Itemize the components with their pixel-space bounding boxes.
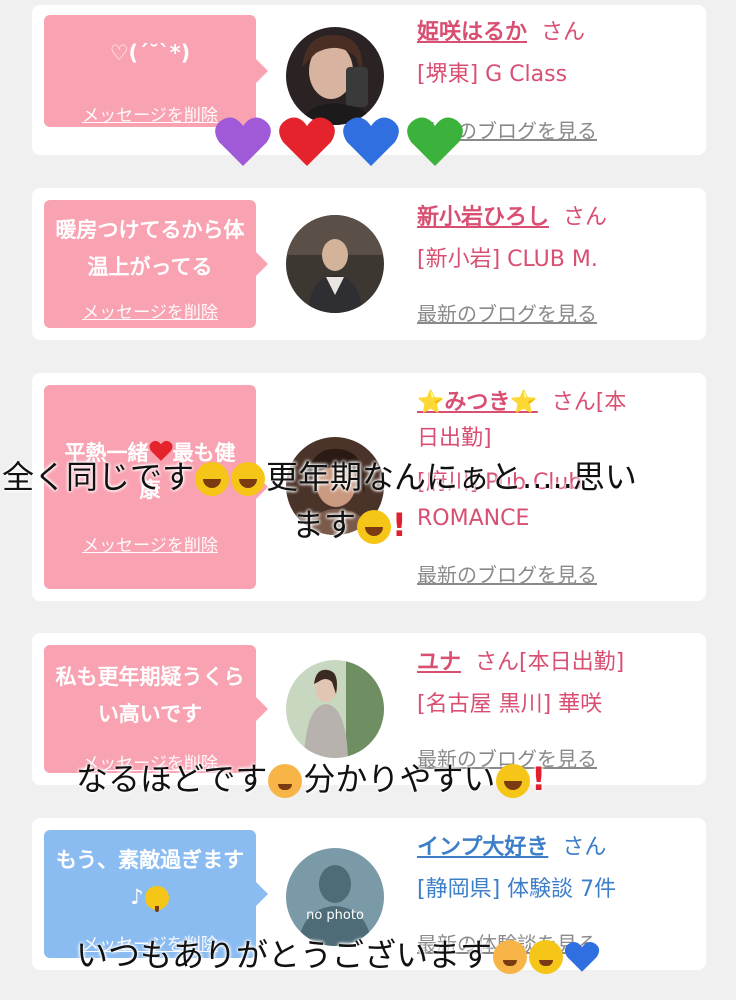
delete-message-link[interactable]: メッセージを削除: [44, 531, 256, 556]
message-card: 暖房つけてるから体温上がってる メッセージを削除 新小岩ひろし さん [新小岩] …: [32, 188, 706, 340]
avatar[interactable]: [286, 27, 384, 125]
girl-name-link[interactable]: 姫咲はるか: [417, 20, 527, 45]
honorific: さん: [562, 835, 607, 860]
message-text: 私も更年期疑うくらい高いです: [55, 665, 245, 726]
honorific: さん: [563, 205, 608, 230]
message-text: もう、素敵過ぎます♪: [55, 848, 245, 912]
girl-name-link[interactable]: 新小岩ひろし: [417, 205, 549, 230]
message-text: 暖房つけてるから体温上がってる: [55, 218, 245, 279]
smiling-face-with-hearts-icon: [268, 764, 303, 798]
avatar[interactable]: [286, 660, 384, 758]
message-bubble: 暖房つけてるから体温上がってる メッセージを削除: [44, 200, 268, 328]
green-heart-icon: [404, 112, 466, 172]
blue-heart-icon: [340, 112, 402, 172]
blue-heart-icon: [564, 941, 600, 972]
shop-info-line2: ROMANCE: [417, 506, 530, 531]
girl-name-line: 新小岩ひろし さん: [417, 202, 607, 234]
no-photo-label: no photo: [306, 908, 364, 923]
overlay-caption: 全く同じです 更年期なんにぁと.....思い: [2, 458, 637, 496]
overlay-caption: ます!: [292, 506, 407, 544]
honorific: さん: [541, 20, 586, 45]
laughing-emoji-icon: [231, 462, 266, 496]
overlay-caption: いつもありがとうございます: [76, 930, 600, 976]
girl-name-link[interactable]: ⭐みつき⭐: [417, 390, 538, 415]
latest-blog-link[interactable]: 最新のブログを見る: [417, 298, 597, 327]
message-bubble: ♡(´˘`*) メッセージを削除: [44, 15, 268, 127]
smiling-face-with-hearts-icon: [493, 940, 528, 974]
exclamation-icon: !: [531, 760, 546, 798]
heart-eyes-emoji-icon: [529, 940, 564, 974]
girl-name-line: 姫咲はるか さん: [417, 17, 585, 49]
smile-emoji-icon: [144, 886, 169, 912]
girl-name-line: ⭐みつき⭐ さん[本: [417, 387, 626, 419]
message-text: ♡(´˘`*): [109, 41, 191, 65]
delete-message-link[interactable]: メッセージを削除: [44, 298, 256, 323]
shop-info: [名古屋 黒川] 華咲: [417, 692, 603, 717]
avatar[interactable]: [286, 215, 384, 313]
honorific: さん[本日出勤]: [475, 650, 625, 675]
laughing-emoji-icon: [496, 764, 531, 798]
latest-blog-link[interactable]: 最新のブログを見る: [417, 559, 597, 588]
honorific: さん[本: [551, 390, 627, 415]
laughing-emoji-icon: [195, 462, 230, 496]
girl-name-line: ユナ さん[本日出勤]: [417, 647, 624, 679]
heart-emoji-row: [212, 112, 466, 172]
laughing-emoji-icon: [357, 510, 392, 544]
girl-name-link[interactable]: ユナ: [417, 650, 461, 675]
exclamation-icon: !: [392, 506, 407, 544]
shop-info: [静岡県] 体験談 7件: [417, 877, 617, 902]
red-heart-icon: [276, 112, 338, 172]
shop-info: [堺東] G Class: [417, 62, 568, 87]
purple-heart-icon: [212, 112, 274, 172]
overlay-caption: なるほどです 分かりやすい!: [76, 760, 546, 798]
user-name-line: インプ大好き さん: [417, 832, 606, 864]
shop-info: [新小岩] CLUB M.: [417, 247, 598, 272]
work-status: 日出勤]: [417, 426, 492, 451]
user-name-link[interactable]: インプ大好き: [417, 835, 548, 860]
